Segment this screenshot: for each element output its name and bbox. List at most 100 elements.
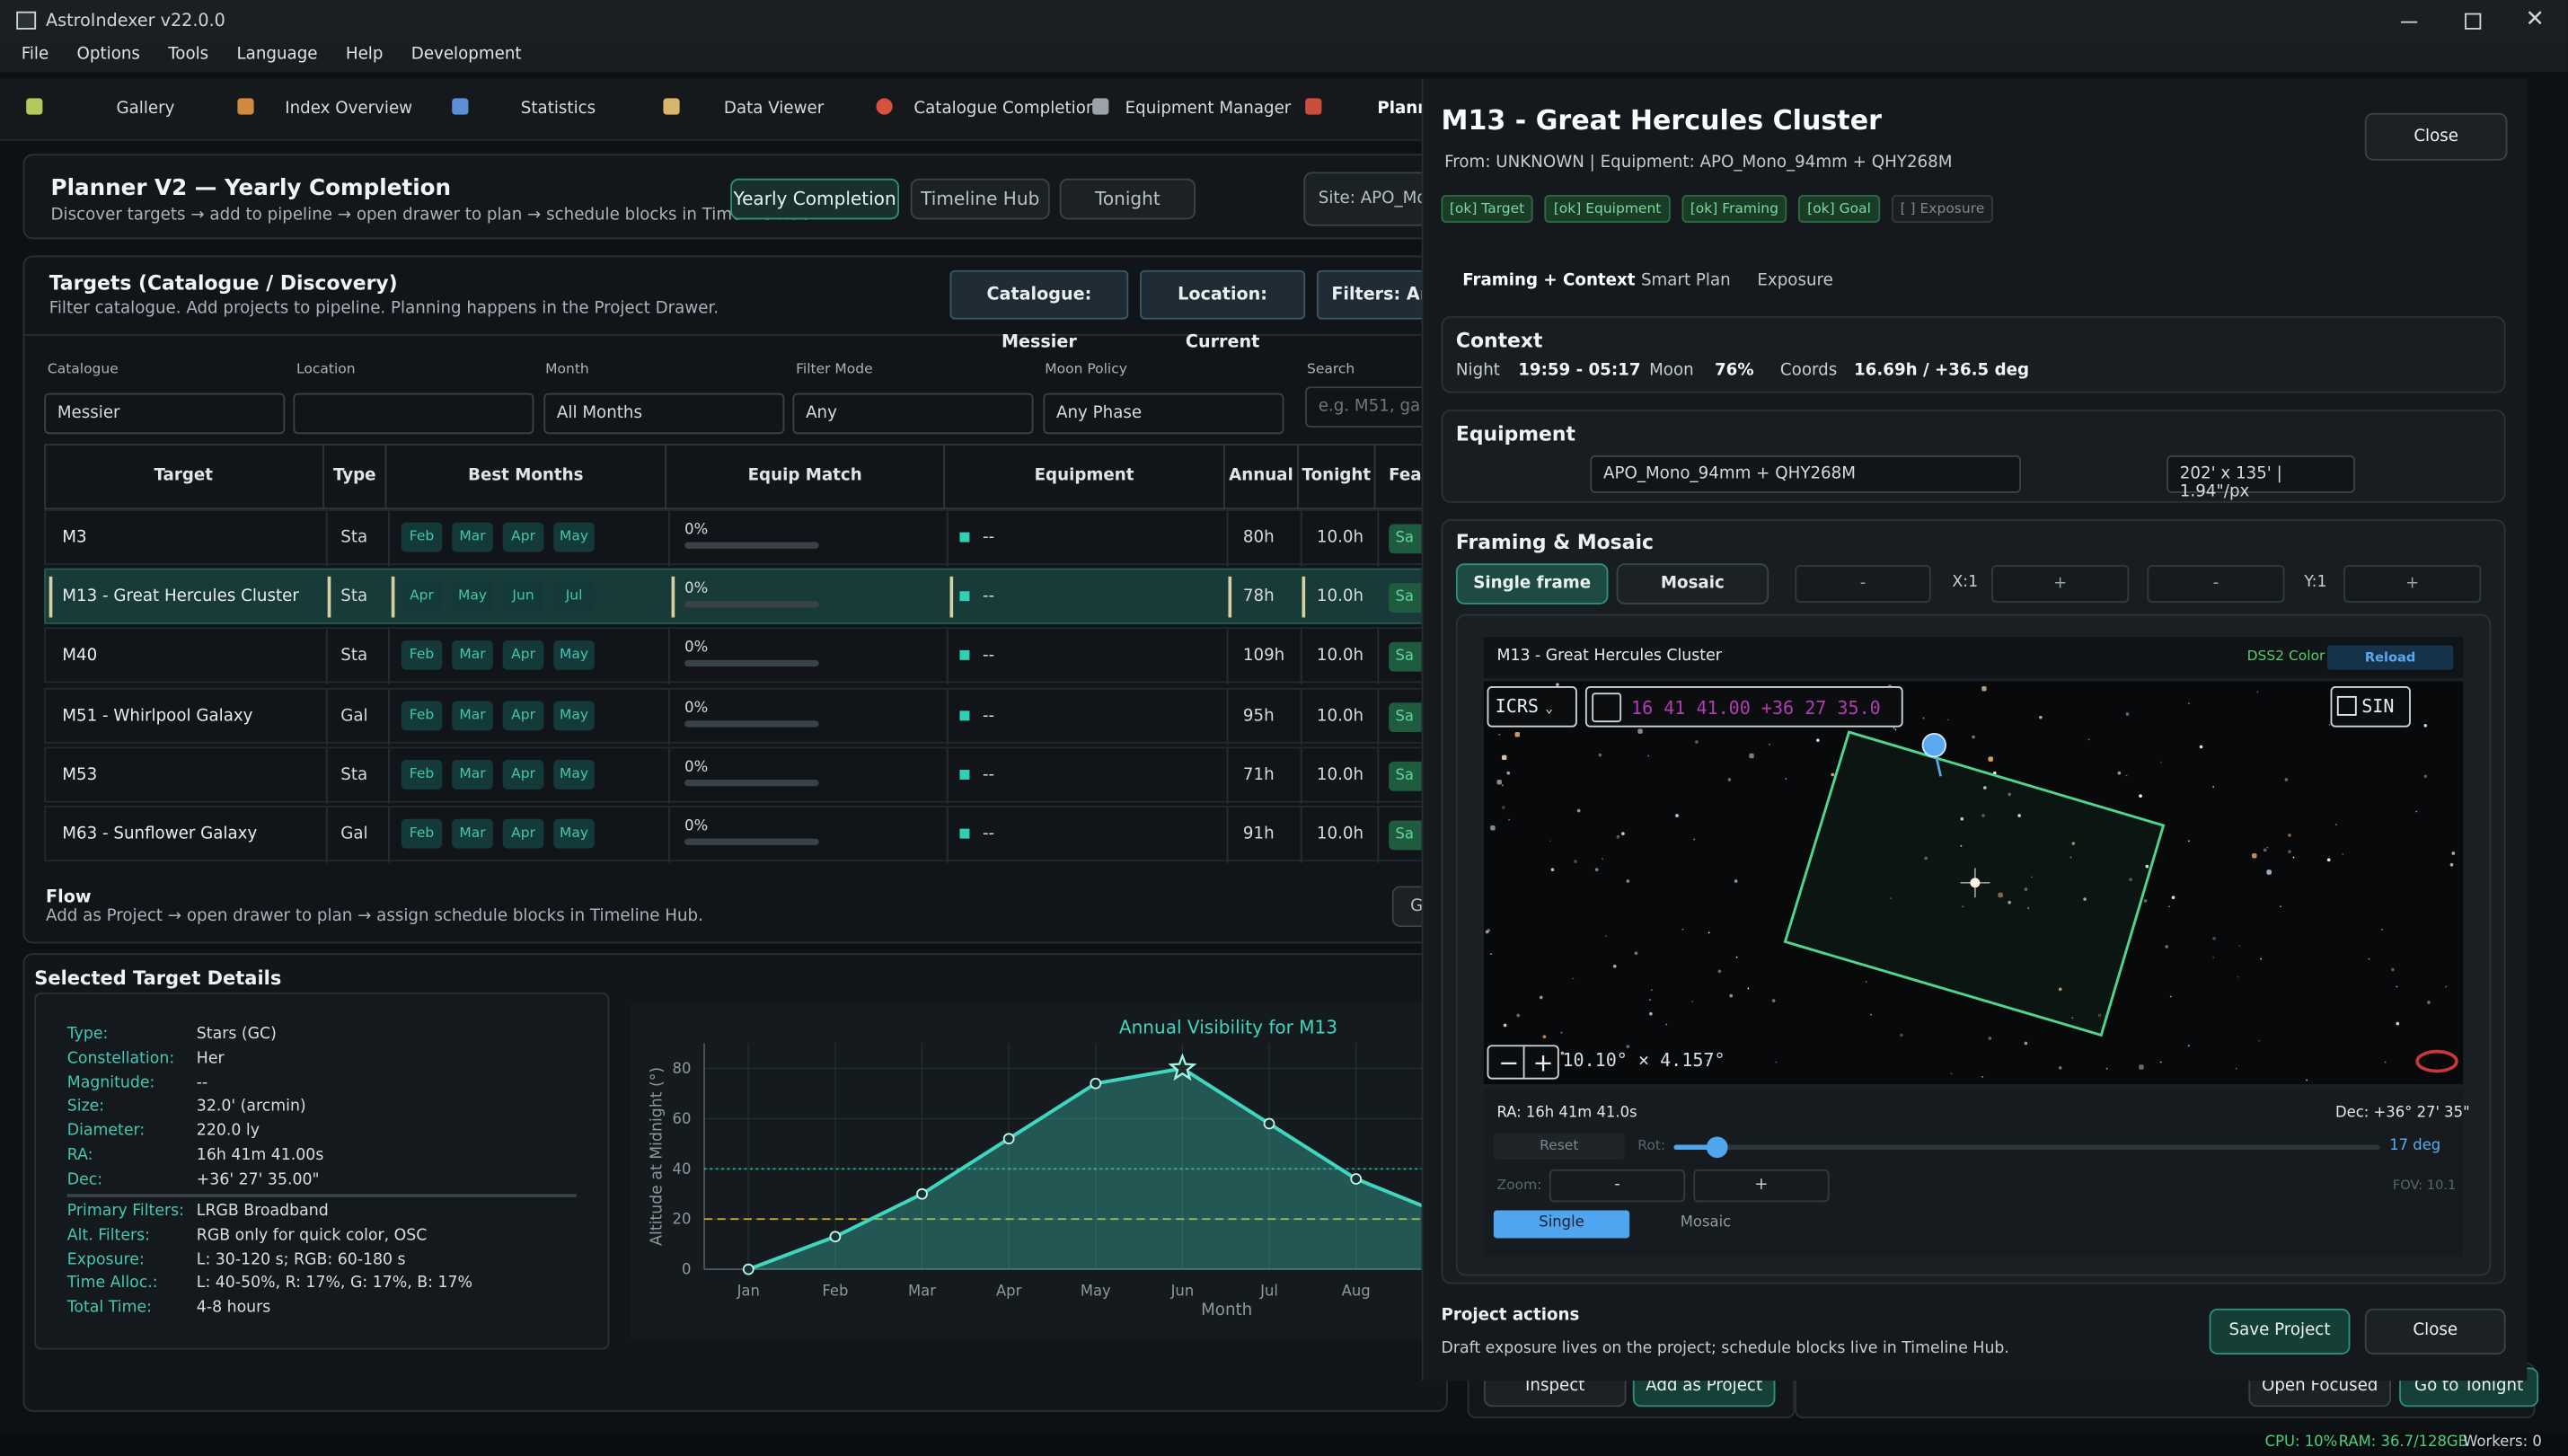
tag-target: [ok] Target: [1441, 194, 1533, 223]
catalogue-select[interactable]: Messier: [44, 393, 286, 435]
search-input[interactable]: e.g. M51, gala: [1305, 386, 1437, 428]
table-row[interactable]: M51 - Whirlpool Galaxy Gal Feb Mar Apr May 0% -…: [44, 687, 1428, 745]
close-button[interactable]: Close: [2364, 1308, 2506, 1355]
menu-language[interactable]: Language: [237, 46, 318, 64]
table-row[interactable]: M63 - Sunflower Galaxy Gal Feb Mar Apr May 0% -…: [44, 806, 1428, 863]
reload-button[interactable]: Reload: [2326, 645, 2454, 670]
col-equip-match[interactable]: Equip Match: [666, 444, 946, 510]
menu-file[interactable]: File: [22, 46, 49, 64]
close-window-icon[interactable]: ✕: [2526, 6, 2545, 32]
cell-best-months: Feb Mar Apr May: [401, 807, 604, 863]
nav-equipment-manager[interactable]: Equipment Manager: [1092, 98, 1291, 118]
month-pill: Apr: [502, 818, 544, 849]
ra-readout: RA: 16h 41m 41.0s: [1496, 1105, 1637, 1123]
table-row[interactable]: M40 Sta Feb Mar Apr May 0% -- 109h 10.0h Sa: [44, 628, 1428, 685]
reset-button[interactable]: Reset: [1493, 1133, 1625, 1160]
column-divider: [1377, 510, 1380, 567]
cell-annual: 78h: [1242, 587, 1275, 606]
mode-single-button[interactable]: Single: [1493, 1210, 1630, 1239]
cell-best-months: Feb Mar Apr May: [401, 630, 604, 685]
zoom-plus-button[interactable]: +: [1693, 1169, 1830, 1203]
rotation-slider-knob[interactable]: [1706, 1136, 1728, 1159]
zoom-in-icon[interactable]: +: [1533, 1048, 1554, 1078]
coord-box[interactable]: 16 41 41.00 +36 27 35.0: [1584, 686, 1903, 728]
tag-goal: [ok] Goal: [1797, 194, 1881, 223]
col-best-months[interactable]: Best Months: [386, 444, 667, 510]
col-equipment[interactable]: Equipment: [945, 444, 1225, 510]
month-pill: Feb: [401, 522, 443, 552]
cell-best-months: Feb Mar Apr May: [401, 511, 604, 567]
minimize-icon[interactable]: [2400, 21, 2418, 23]
nav-index-overview[interactable]: Index Overview: [237, 98, 412, 118]
column-divider: [946, 629, 949, 685]
zoom-out-icon[interactable]: −: [1498, 1048, 1519, 1078]
mode-timeline-hub[interactable]: Timeline Hub: [910, 178, 1050, 220]
menu-development[interactable]: Development: [411, 46, 522, 64]
col-target[interactable]: Target: [44, 444, 325, 510]
detail-value: 32.0' (arcmin): [196, 1098, 306, 1116]
fov-overlay: [1783, 730, 2458, 1073]
location-select[interactable]: [293, 393, 534, 435]
menu-help[interactable]: Help: [346, 46, 384, 64]
chip-location[interactable]: Location: Current: [1140, 269, 1306, 352]
filter-label: Search: [1306, 361, 1355, 379]
equipment-value: --: [982, 587, 995, 606]
rotation-handle[interactable]: [1921, 732, 1946, 758]
nav-label: Equipment Manager: [1125, 100, 1292, 119]
equipment-rig-field[interactable]: APO_Mono_94mm + QHY268M: [1590, 454, 2021, 493]
nav-statistics[interactable]: Statistics: [452, 98, 596, 118]
tab-exposure[interactable]: Exposure: [1757, 272, 1832, 290]
page-subtitle: Discover targets → add to pipeline → ope…: [50, 206, 810, 225]
table-row[interactable]: M13 - Great Hercules Cluster Sta Apr May Jun…: [44, 569, 1428, 626]
moon-policy-select[interactable]: Any Phase: [1043, 393, 1284, 435]
menu-options[interactable]: Options: [77, 46, 140, 64]
visibility-chart: 020406080JanFebMarAprMayJunJulAugSepAnnu…: [630, 1002, 1457, 1338]
y-minus-button[interactable]: -: [2147, 565, 2285, 604]
month-pill: May: [553, 522, 595, 552]
x-plus-button[interactable]: +: [1991, 565, 2130, 604]
column-divider: [946, 747, 949, 804]
mosaic-button[interactable]: Mosaic: [1616, 563, 1769, 604]
zoom-minus-button[interactable]: -: [1549, 1169, 1686, 1203]
sky-map[interactable]: ICRS ⌄ 16 41 41.00 +36 27 35.0 SIN − + 10…: [1483, 681, 2464, 1085]
save-project-button[interactable]: Save Project: [2209, 1308, 2351, 1355]
equip-match-bar: [684, 719, 819, 727]
table-row[interactable]: M3 Sta Feb Mar Apr May 0% -- 80h 10.0h Sa: [44, 509, 1428, 567]
table-row[interactable]: M53 Sta Feb Mar Apr May 0% -- 71h 10.0h Sa: [44, 746, 1428, 804]
frame-select[interactable]: ICRS ⌄: [1487, 686, 1577, 728]
filter-mode-select[interactable]: Any: [792, 393, 1034, 435]
y-plus-button[interactable]: +: [2343, 565, 2482, 604]
nav-data-viewer[interactable]: Data Viewer: [663, 98, 824, 118]
col-tonight[interactable]: Tonight: [1299, 444, 1376, 510]
x-minus-button[interactable]: -: [1795, 565, 1931, 604]
chip-catalogue[interactable]: Catalogue: Messier: [949, 269, 1129, 352]
rotation-slider[interactable]: [1673, 1136, 2380, 1159]
col-type[interactable]: Type: [324, 444, 387, 510]
single-frame-button[interactable]: Single frame: [1455, 563, 1609, 604]
month-select[interactable]: All Months: [543, 393, 785, 435]
cell-tonight: 10.0h: [1316, 706, 1364, 726]
mode-mosaic-button[interactable]: Mosaic: [1637, 1210, 1773, 1238]
copy-icon[interactable]: [1592, 693, 1622, 723]
maximize-icon[interactable]: [2465, 13, 2482, 30]
nav-label: Catalogue Completion: [913, 100, 1097, 119]
coord-text: 16 41 41.00 +36 27 35.0: [1631, 697, 1881, 719]
nav-catalogue-completion[interactable]: Catalogue Completion: [876, 98, 1096, 118]
tab-smart-plan[interactable]: Smart Plan: [1641, 272, 1731, 290]
nav-gallery[interactable]: Gallery: [26, 98, 174, 118]
detail-key: Primary Filters:: [66, 1202, 184, 1221]
cell-best-months: Apr May Jun Jul: [401, 570, 604, 626]
col-annual[interactable]: Annual: [1225, 444, 1299, 510]
detail-key: Size:: [66, 1098, 105, 1116]
drawer-close-button[interactable]: Close: [2364, 112, 2508, 161]
menu-tools[interactable]: Tools: [168, 46, 208, 64]
column-divider: [1226, 629, 1229, 685]
main-nav: Gallery Index Overview Statistics Data V…: [0, 78, 1449, 141]
divider: [1522, 1046, 1525, 1078]
cell-annual: 80h: [1242, 528, 1275, 548]
mode-yearly-completion[interactable]: Yearly Completion: [730, 178, 899, 220]
mode-tonight[interactable]: Tonight: [1059, 178, 1196, 220]
data-point: [916, 1187, 928, 1200]
tab-framing-context[interactable]: Framing + Context: [1462, 272, 1635, 290]
projection-button[interactable]: SIN: [2330, 686, 2411, 728]
